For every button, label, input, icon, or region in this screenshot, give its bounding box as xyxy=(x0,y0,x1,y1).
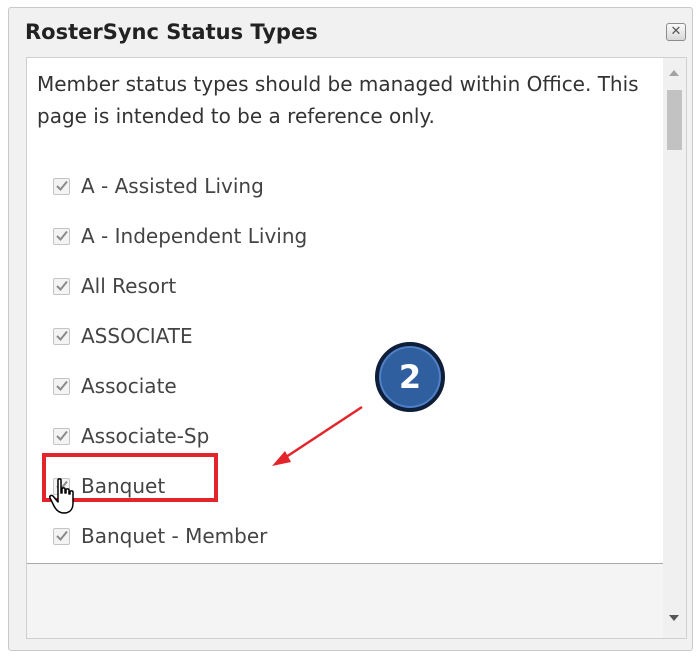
screenshot-frame: RosterSync Status Types ✕ Member status … xyxy=(0,0,697,660)
annotation-arrow-icon xyxy=(272,405,363,466)
hand-cursor-icon xyxy=(49,478,79,520)
step-badge: 2 xyxy=(375,342,445,412)
